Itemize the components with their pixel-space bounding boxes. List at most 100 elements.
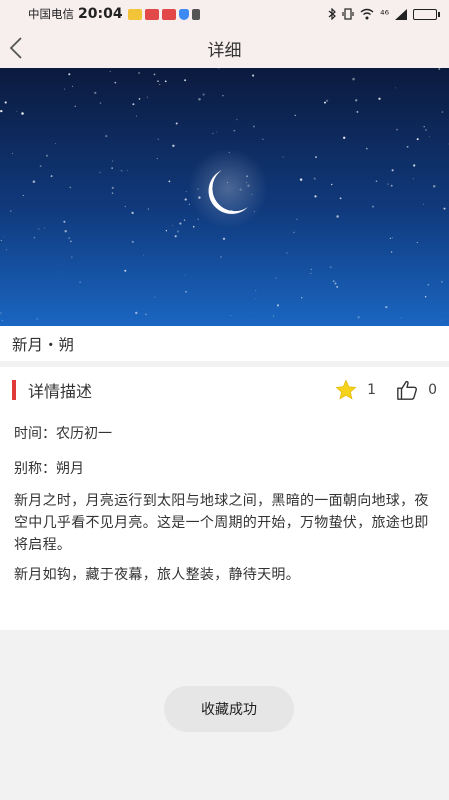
stats-group: 1 0 xyxy=(335,379,437,401)
star-dot xyxy=(274,277,277,279)
star-dot xyxy=(138,98,141,100)
like-count: 0 xyxy=(428,382,437,398)
star-dot xyxy=(185,190,187,192)
star-dot xyxy=(22,194,25,197)
star-dot xyxy=(416,242,418,244)
star-dot xyxy=(72,85,73,87)
star-dot xyxy=(3,236,4,238)
star-dot xyxy=(0,240,2,242)
section-header: 详情描述 1 0 xyxy=(0,379,449,401)
star-dot xyxy=(120,169,123,172)
star-dot xyxy=(4,101,7,104)
star-dot xyxy=(212,132,214,134)
star-dot xyxy=(262,138,264,140)
star-dot xyxy=(74,105,76,107)
star-dot xyxy=(157,80,159,82)
star-dot xyxy=(111,167,113,169)
star-dot xyxy=(146,96,148,98)
star-dot xyxy=(324,101,326,104)
star-dot xyxy=(69,186,72,189)
star-dot xyxy=(391,237,393,239)
star-dot xyxy=(198,97,201,101)
star-dot xyxy=(165,230,168,232)
shield-icon xyxy=(178,8,189,20)
star-dot xyxy=(222,237,226,241)
star-dot xyxy=(254,298,256,300)
star-dot xyxy=(197,218,199,220)
network-type-label: ⁴⁶ xyxy=(380,7,389,21)
star-dot xyxy=(236,118,238,121)
system-icons: ⁴⁶ xyxy=(328,7,440,21)
star-icon[interactable] xyxy=(335,379,357,401)
star-dot xyxy=(325,99,329,102)
star-dot xyxy=(45,154,49,157)
star-dot xyxy=(293,231,295,233)
star-dot xyxy=(356,110,359,113)
star-dot xyxy=(94,91,97,95)
star-dot xyxy=(255,289,257,292)
star-dot xyxy=(391,169,394,172)
star-dot xyxy=(105,135,108,138)
star-dot xyxy=(252,125,255,128)
thumbs-up-icon[interactable] xyxy=(396,379,418,401)
star-dot xyxy=(32,180,36,183)
star-dot xyxy=(424,296,427,298)
star-dot xyxy=(11,152,13,154)
star-dot xyxy=(425,129,427,131)
star-dot xyxy=(38,228,40,230)
signal-icon xyxy=(395,8,407,20)
star-dot xyxy=(184,79,187,82)
star-dot xyxy=(156,158,158,160)
star-dot xyxy=(168,180,171,183)
star-dot xyxy=(427,284,430,286)
star-dot xyxy=(216,131,218,133)
star-dot xyxy=(114,81,117,84)
star-dot xyxy=(423,203,424,205)
star-dot xyxy=(127,170,128,171)
app-notification-icon xyxy=(144,8,159,20)
star-dot xyxy=(124,269,127,272)
favorite-button[interactable]: 1 xyxy=(335,379,376,401)
star-dot xyxy=(64,229,67,233)
star-dot xyxy=(387,183,389,185)
star-dot xyxy=(147,208,149,210)
page-title: 详细 xyxy=(207,40,242,61)
star-dot xyxy=(184,274,186,276)
star-dot xyxy=(233,129,236,132)
star-dot xyxy=(416,138,419,141)
star-dot xyxy=(441,319,443,321)
chevron-left-icon[interactable] xyxy=(6,36,26,60)
star-dot xyxy=(400,317,402,319)
star-dot xyxy=(371,205,375,208)
star-dot xyxy=(138,72,141,74)
star-dot xyxy=(365,147,368,150)
app-notification-icon xyxy=(161,8,176,20)
star-dot xyxy=(0,312,2,314)
star-dot xyxy=(50,175,53,178)
alias-info: 别称：朔月 xyxy=(14,461,84,477)
star-dot xyxy=(111,186,114,189)
like-button[interactable]: 0 xyxy=(396,379,437,401)
star-dot xyxy=(354,99,358,102)
star-dot xyxy=(184,198,187,201)
star-dot xyxy=(389,237,392,240)
star-dot xyxy=(423,125,425,128)
night-sky-image xyxy=(0,68,449,326)
star-dot xyxy=(375,180,378,183)
description-paragraph: 新月如钩，藏于夜幕，旅人整装，静待天明。 xyxy=(14,567,300,583)
star-dot xyxy=(390,184,393,187)
star-dot xyxy=(99,171,101,174)
star-dot xyxy=(60,271,62,273)
star-dot xyxy=(68,236,71,240)
star-dot xyxy=(153,73,156,76)
star-dot xyxy=(1,320,3,322)
star-dot xyxy=(79,281,81,283)
star-dot xyxy=(334,282,337,285)
star-dot xyxy=(39,165,42,167)
star-dot xyxy=(64,88,66,90)
star-dot xyxy=(310,268,312,270)
star-dot xyxy=(183,219,186,221)
star-dot xyxy=(176,230,180,233)
star-dot xyxy=(357,315,360,319)
star-dot xyxy=(131,211,134,215)
